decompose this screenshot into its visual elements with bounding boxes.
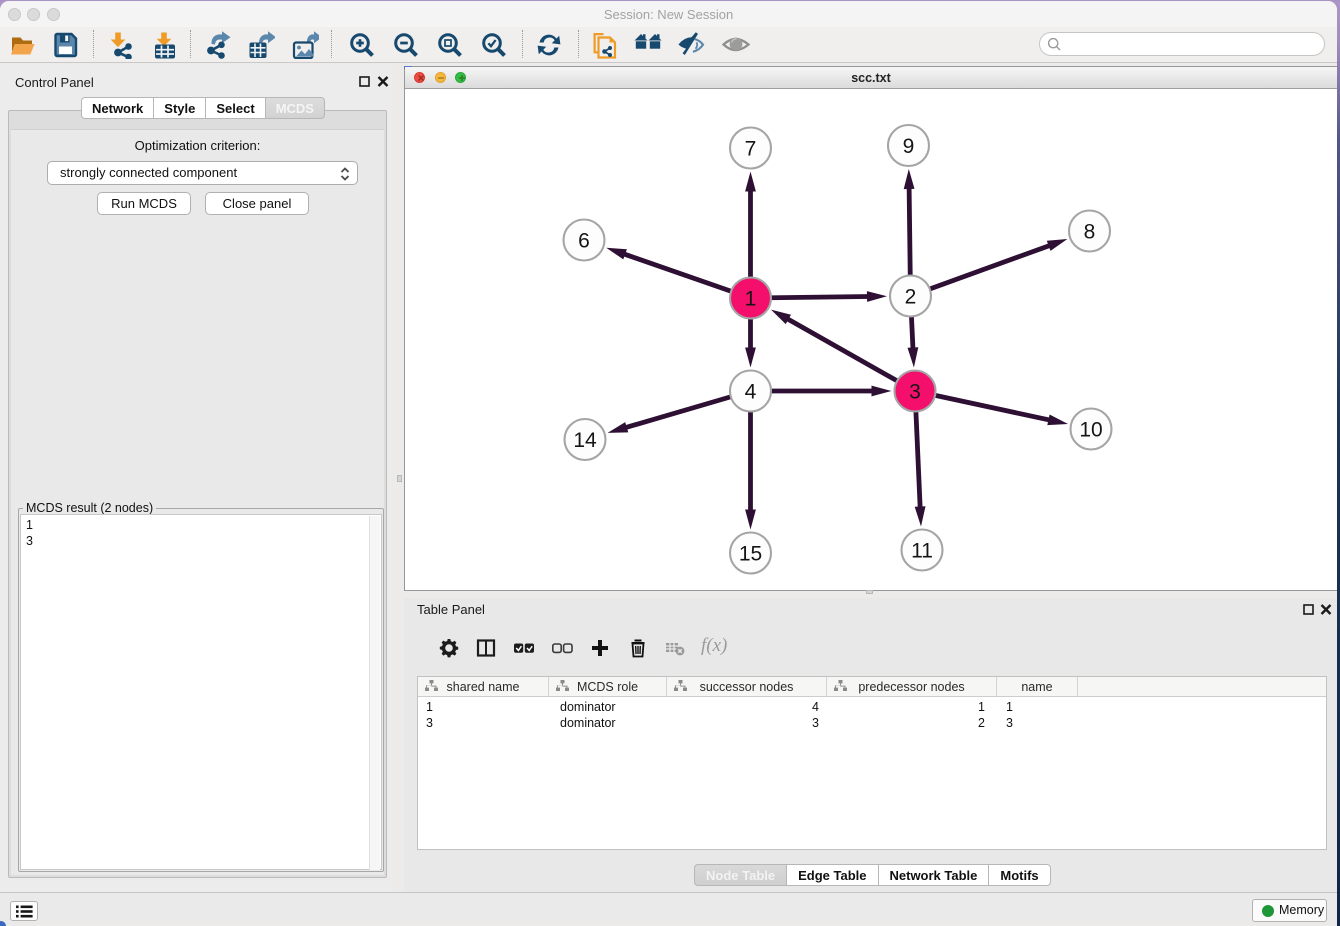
svg-text:9: 9 (903, 135, 915, 158)
svg-text:8: 8 (1084, 221, 1096, 244)
svg-text:10: 10 (1079, 419, 1102, 442)
svg-text:11: 11 (911, 540, 933, 563)
svg-text:7: 7 (745, 138, 757, 161)
svg-text:3: 3 (909, 381, 921, 404)
svg-text:1: 1 (745, 288, 757, 311)
svg-text:6: 6 (578, 230, 590, 253)
svg-text:4: 4 (745, 381, 757, 404)
svg-text:14: 14 (573, 429, 597, 452)
svg-text:2: 2 (905, 286, 917, 309)
svg-text:15: 15 (739, 543, 762, 566)
